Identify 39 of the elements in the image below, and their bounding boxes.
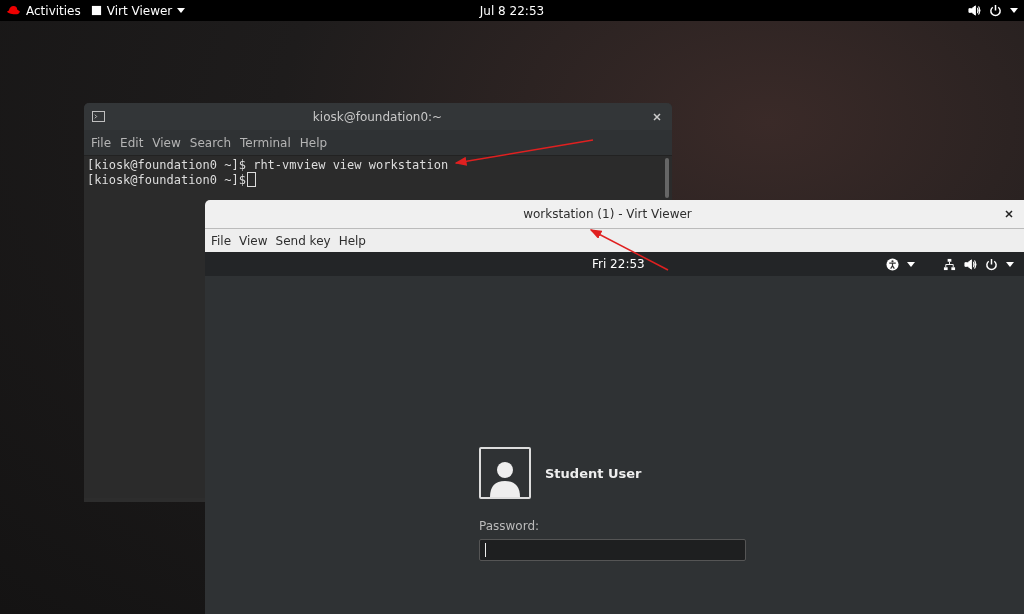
user-name: Student User xyxy=(545,465,642,481)
network-icon[interactable] xyxy=(943,257,956,271)
menu-item[interactable]: View xyxy=(149,133,184,152)
power-icon[interactable] xyxy=(989,4,1002,17)
menu-item[interactable]: Terminal xyxy=(237,133,294,152)
text-cursor xyxy=(246,172,256,187)
clock-button[interactable]: Jul 8 22:53 xyxy=(479,3,545,18)
volume-icon[interactable] xyxy=(964,257,977,271)
menu-item[interactable]: View xyxy=(236,231,271,250)
window-title: kiosk@foundation0:~ xyxy=(311,109,444,124)
caret-icon xyxy=(177,8,186,13)
caret-icon[interactable] xyxy=(1006,261,1014,267)
terminal-icon xyxy=(92,111,105,122)
menu-item[interactable]: Help xyxy=(335,231,369,250)
terminal-line: [kiosk@foundation0 ~]$ xyxy=(87,172,246,187)
password-field[interactable] xyxy=(479,539,746,561)
menu-item[interactable]: Edit xyxy=(117,133,147,152)
menu-item[interactable]: Help xyxy=(296,133,331,152)
close-icon xyxy=(653,112,661,121)
window-title: workstation (1) - Virt Viewer xyxy=(522,207,693,221)
accessibility-icon[interactable] xyxy=(886,257,899,271)
scrollbar[interactable] xyxy=(665,158,669,198)
menu-item[interactable]: File xyxy=(208,231,235,250)
menu-item[interactable]: Send key xyxy=(272,231,334,250)
user-avatar[interactable] xyxy=(479,447,531,499)
guest-clock: Fri 22:53 xyxy=(592,257,645,271)
activities-button[interactable]: Activities xyxy=(6,3,81,18)
hat-icon xyxy=(6,5,21,16)
password-label: Password: xyxy=(479,519,541,533)
close-icon xyxy=(1005,210,1013,218)
volume-icon[interactable] xyxy=(968,4,981,17)
terminal-line: [kiosk@foundation0 ~]$ rht-vmview view workstation xyxy=(87,157,449,172)
caret-icon[interactable] xyxy=(907,261,915,267)
menu-item[interactable]: File xyxy=(88,133,115,152)
window-icon xyxy=(90,5,102,16)
menu-item[interactable]: Search xyxy=(186,133,235,152)
caret-icon[interactable] xyxy=(1010,8,1018,13)
power-icon[interactable] xyxy=(985,257,998,271)
app-menu[interactable]: Virt Viewer xyxy=(90,3,186,18)
